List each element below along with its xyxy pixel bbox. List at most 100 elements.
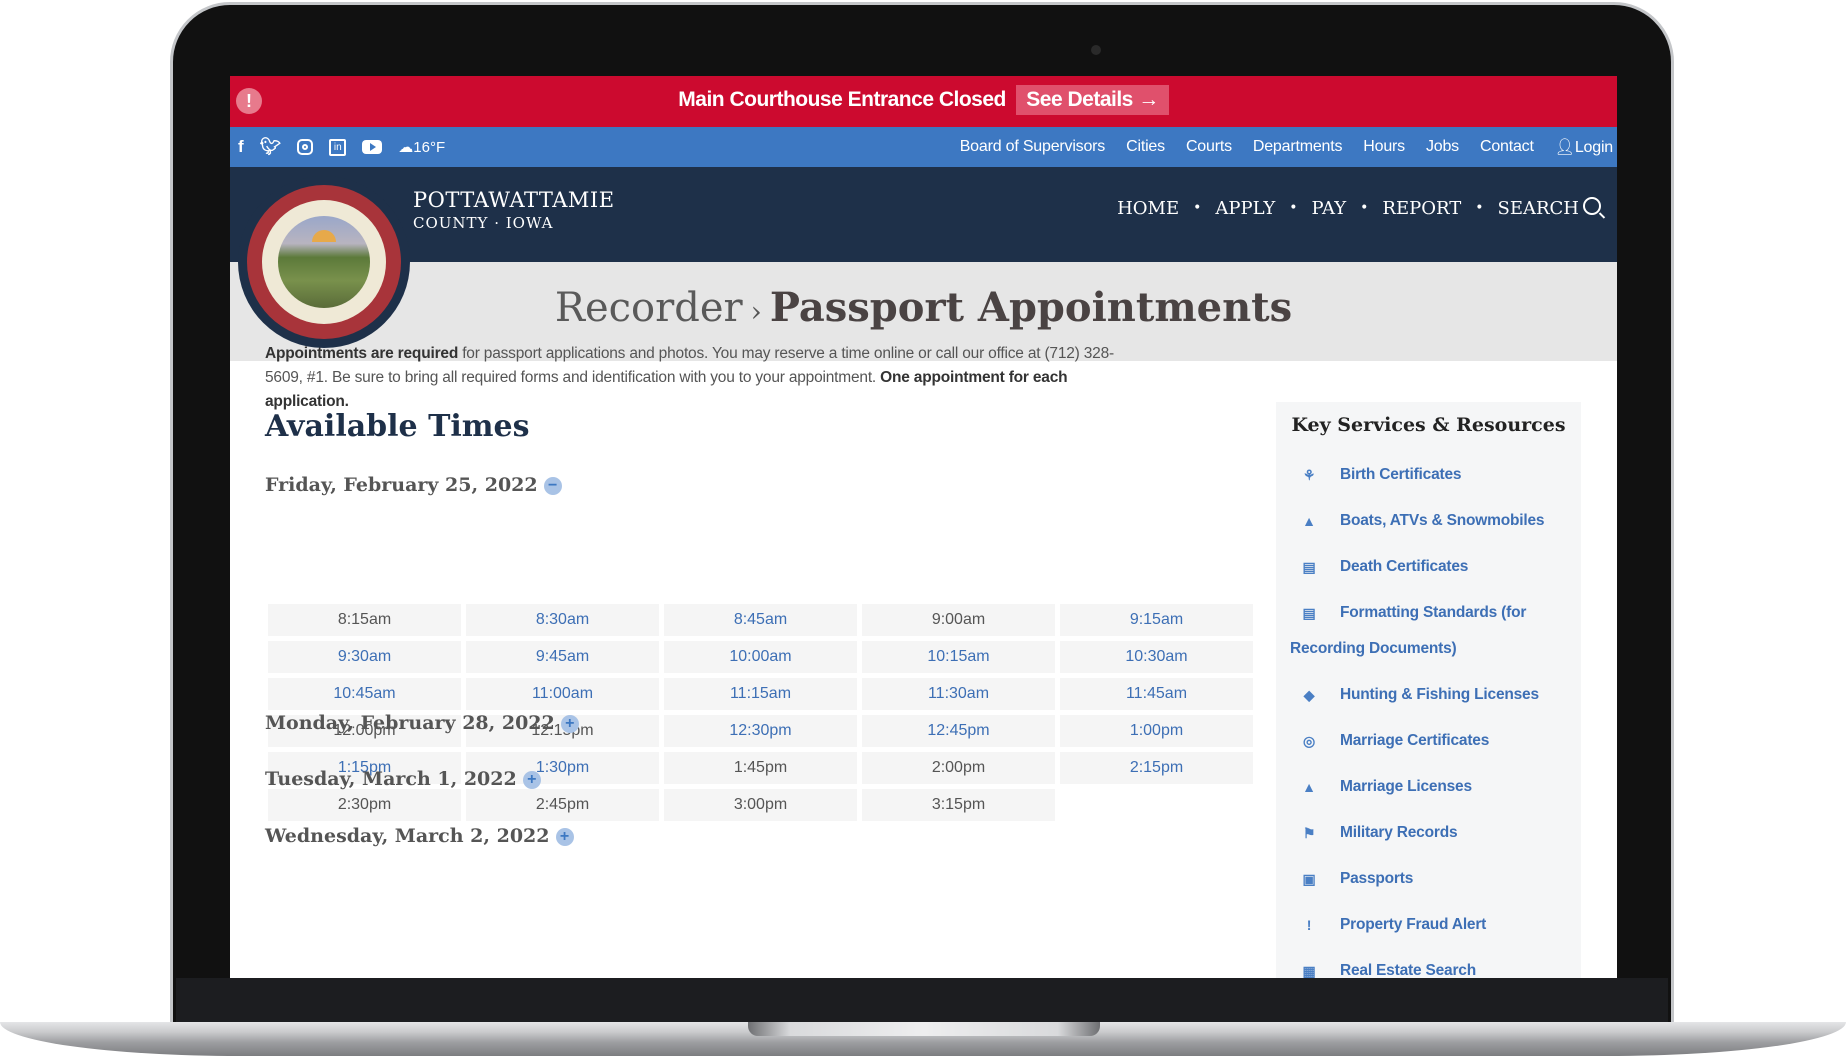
passport-icon: ▣ — [1302, 871, 1316, 887]
resource-list: ⚘ Birth Certificates ▲ Boats, ATVs & Snowmo… — [1276, 452, 1581, 978]
time-slot-available[interactable]: 10:30am — [1060, 641, 1253, 673]
time-slot-available[interactable]: 11:30am — [862, 678, 1055, 710]
time-slot-unavailable: 2:45pm — [466, 789, 659, 821]
resource-link-hunting-fishing-licenses[interactable]: ◆ Hunting & Fishing Licenses — [1276, 672, 1581, 718]
main-nav: HOME • APPLY • PAY • REPORT • SEARCH — [1117, 197, 1601, 219]
social-links: f 🐦︎ in ☁16°F — [238, 127, 445, 167]
login-link[interactable]: 👤︎Login — [1555, 137, 1613, 157]
brand-subtitle: COUNTY · IOWA — [413, 214, 554, 232]
resource-link-birth-certificates[interactable]: ⚘ Birth Certificates — [1276, 452, 1581, 498]
time-slot-available[interactable]: 12:30pm — [664, 715, 857, 747]
resource-link-boats-atvs-snowmobiles[interactable]: ▲ Boats, ATVs & Snowmobiles — [1276, 498, 1581, 544]
time-slot-unavailable: 3:00pm — [664, 789, 857, 821]
seal-sun — [312, 230, 336, 242]
facebook-icon[interactable]: f — [238, 127, 244, 167]
resource-label-continued: Recording Documents) — [1290, 640, 1457, 657]
breadcrumb-recorder[interactable]: Recorder — [555, 285, 743, 331]
nav-board-of-supervisors[interactable]: Board of Supervisors — [960, 138, 1106, 156]
time-slot-available[interactable]: 10:00am — [664, 641, 857, 673]
nav-contact[interactable]: Contact — [1480, 138, 1534, 156]
county-seal-logo[interactable] — [238, 176, 410, 348]
time-slot-available[interactable]: 11:45am — [1060, 678, 1253, 710]
search-label: SEARCH — [1497, 198, 1580, 219]
time-slot-unavailable: 2:00pm — [862, 752, 1055, 784]
resource-link-marriage-certificates[interactable]: ◎ Marriage Certificates — [1276, 718, 1581, 764]
nav-report[interactable]: REPORT — [1382, 198, 1461, 219]
resource-link-property-fraud-alert[interactable]: ! Property Fraud Alert — [1276, 902, 1581, 948]
nav-departments[interactable]: Departments — [1253, 138, 1343, 156]
weather-widget: ☁16°F — [398, 138, 445, 156]
linkedin-icon[interactable]: in — [329, 138, 347, 156]
nav-jobs[interactable]: Jobs — [1426, 138, 1459, 156]
expand-icon[interactable]: + — [522, 771, 541, 789]
time-slot-available[interactable]: 11:15am — [664, 678, 857, 710]
breadcrumb: Recorder › Passport Appointments — [230, 284, 1617, 331]
temperature: 16°F — [413, 139, 446, 156]
nav-apply[interactable]: APPLY — [1215, 198, 1275, 219]
snow-cloud-icon: ☁ — [398, 139, 414, 156]
login-label: Login — [1574, 139, 1613, 156]
nav-separator: • — [1475, 200, 1484, 216]
nav-pay[interactable]: PAY — [1312, 198, 1347, 219]
site-brand[interactable]: POTTAWATTAMIE COUNTY · IOWA — [413, 188, 615, 232]
time-slot-unavailable: 8:15am — [268, 604, 461, 636]
resource-link-death-certificates[interactable]: ▤ Death Certificates — [1276, 544, 1581, 590]
resource-label: Birth Certificates — [1340, 466, 1462, 483]
key-services-sidebar: Key Services & Resources ⚘ Birth Certific… — [1276, 402, 1581, 978]
time-slot-available[interactable]: 9:30am — [268, 641, 461, 673]
time-slot-available[interactable]: 2:15pm — [1060, 752, 1253, 784]
exclamation-circle-icon: ! — [1306, 917, 1312, 933]
time-slot-available[interactable]: 1:00pm — [1060, 715, 1253, 747]
time-slot-available[interactable]: 10:15am — [862, 641, 1055, 673]
laptop-bezel-bottom — [176, 978, 1668, 1024]
expand-icon[interactable]: + — [560, 715, 579, 733]
resource-link-military-records[interactable]: ⚑ Military Records — [1276, 810, 1581, 856]
resource-link-passports[interactable]: ▣ Passports — [1276, 856, 1581, 902]
document-icon: ▤ — [1302, 605, 1316, 621]
time-slot-available[interactable]: 9:45am — [466, 641, 659, 673]
flag-icon: ⚑ — [1302, 825, 1316, 841]
intro-text: Appointments are required for passport a… — [265, 342, 1125, 414]
search-icon — [1583, 197, 1601, 215]
nav-courts[interactable]: Courts — [1186, 138, 1232, 156]
resource-label: Marriage Licenses — [1340, 778, 1472, 795]
nav-separator: • — [1360, 200, 1369, 216]
nav-home[interactable]: HOME — [1117, 198, 1179, 219]
time-slot-available[interactable]: 8:45am — [664, 604, 857, 636]
time-slot-available[interactable]: 8:30am — [466, 604, 659, 636]
site-header: POTTAWATTAMIE COUNTY · IOWA HOME • APPLY… — [230, 167, 1617, 262]
see-details-button[interactable]: See Details → — [1016, 85, 1169, 115]
day-header-tue-mar-1[interactable]: Tuesday, March 1, 2022 + — [265, 768, 541, 790]
day-header-mon-feb-28[interactable]: Monday, February 28, 2022 + — [265, 712, 579, 734]
time-slot-available[interactable]: 12:45pm — [862, 715, 1055, 747]
time-slot-available[interactable]: 10:45am — [268, 678, 461, 710]
building-icon: ▦ — [1302, 963, 1316, 978]
youtube-icon[interactable] — [362, 140, 383, 154]
day-label: Wednesday, March 2, 2022 — [265, 825, 550, 847]
seal-landscape — [278, 216, 370, 308]
instagram-icon[interactable] — [297, 139, 314, 155]
resource-label: Real Estate Search — [1340, 962, 1476, 978]
intro-bold-required: Appointments are required — [265, 345, 459, 362]
nav-separator: • — [1289, 200, 1298, 216]
nav-hours[interactable]: Hours — [1363, 138, 1405, 156]
day-header-wed-mar-2[interactable]: Wednesday, March 2, 2022 + — [265, 825, 574, 847]
rings-icon: ◎ — [1302, 733, 1316, 749]
nav-search[interactable]: SEARCH — [1497, 197, 1601, 219]
resource-link-marriage-licenses[interactable]: ▲ Marriage Licenses — [1276, 764, 1581, 810]
file-icon: ▤ — [1302, 559, 1316, 575]
time-slot-unavailable: 2:30pm — [268, 789, 461, 821]
time-slot-available[interactable]: 11:00am — [466, 678, 659, 710]
page-title: Passport Appointments — [769, 284, 1293, 331]
time-slot-available[interactable]: 9:15am — [1060, 604, 1253, 636]
snowmobile-icon: ▲ — [1302, 513, 1316, 529]
collapse-icon[interactable]: − — [543, 477, 562, 495]
time-slot-unavailable: 9:00am — [862, 604, 1055, 636]
twitter-icon[interactable]: 🐦︎ — [260, 127, 282, 167]
resource-link-formatting-standards-for[interactable]: ▤ Formatting Standards (for Recording Docu… — [1276, 590, 1581, 672]
day-header-fri-feb-25[interactable]: Friday, February 25, 2022− — [265, 474, 562, 496]
nav-cities[interactable]: Cities — [1126, 138, 1165, 156]
time-slot-unavailable: 3:15pm — [862, 789, 1055, 821]
expand-icon[interactable]: + — [555, 828, 574, 846]
resource-link-real-estate-search[interactable]: ▦ Real Estate Search — [1276, 948, 1581, 978]
